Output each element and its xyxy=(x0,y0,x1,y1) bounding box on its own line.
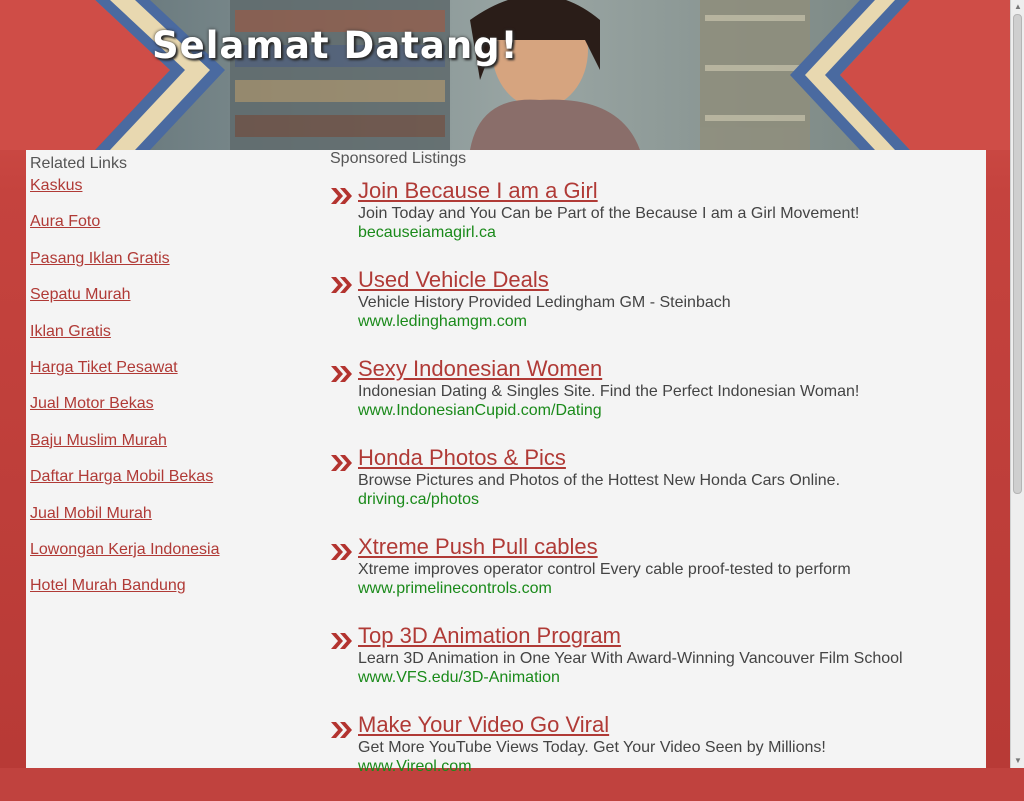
scroll-up-arrow-icon[interactable]: ▲ xyxy=(1013,2,1023,12)
listing-description: Xtreme improves operator control Every c… xyxy=(358,561,851,578)
list-item: Pasang Iklan Gratis xyxy=(30,249,310,285)
list-item: Lowongan Kerja Indonesia xyxy=(30,540,310,576)
related-link-hotel-murah-bandung[interactable]: Hotel Murah Bandung xyxy=(30,577,186,594)
related-link-pasang-iklan-gratis[interactable]: Pasang Iklan Gratis xyxy=(30,250,170,267)
content-panel: Related Links Kaskus Aura Foto Pasang Ik… xyxy=(26,150,986,775)
listing-description: Vehicle History Provided Ledingham GM - … xyxy=(358,294,731,311)
sponsored-listing: Sexy Indonesian Women Indonesian Dating … xyxy=(330,356,980,445)
header-artwork xyxy=(0,0,1010,150)
sponsored-listings-section: Sponsored Listings Join Because I am a G… xyxy=(330,150,980,801)
listing-title-link[interactable]: Join Because I am a Girl xyxy=(358,178,980,204)
list-item: Kaskus xyxy=(30,176,310,212)
listing-url-link[interactable]: www.VFS.edu/3D-Animation xyxy=(358,668,980,687)
vertical-scrollbar[interactable]: ▲ ▼ xyxy=(1010,0,1024,768)
related-link-sepatu-murah[interactable]: Sepatu Murah xyxy=(30,286,131,303)
list-item: Sepatu Murah xyxy=(30,285,310,321)
double-chevron-arrow-icon xyxy=(331,277,352,293)
listing-title-link[interactable]: Make Your Video Go Viral xyxy=(358,712,980,738)
listing-url-link[interactable]: www.primelinecontrols.com xyxy=(358,579,980,598)
double-chevron-arrow-icon xyxy=(331,188,352,204)
scrollbar-thumb[interactable] xyxy=(1013,14,1022,494)
listing-description: Join Today and You Can be Part of the Be… xyxy=(358,205,860,222)
list-item: Baju Muslim Murah xyxy=(30,431,310,467)
sponsored-listing: Honda Photos & Pics Browse Pictures and … xyxy=(330,445,980,534)
site-title: Selamat Datang! xyxy=(152,24,519,67)
related-link-jual-motor-bekas[interactable]: Jual Motor Bekas xyxy=(30,395,154,412)
sponsored-listing: Used Vehicle Deals Vehicle History Provi… xyxy=(330,267,980,356)
list-item: Daftar Harga Mobil Bekas xyxy=(30,467,310,503)
listing-description: Browse Pictures and Photos of the Hottes… xyxy=(358,472,841,489)
listing-title-link[interactable]: Sexy Indonesian Women xyxy=(358,356,980,382)
listing-description: Get More YouTube Views Today. Get Your V… xyxy=(358,739,826,756)
list-item: Hotel Murah Bandung xyxy=(30,576,310,612)
related-link-baju-muslim-murah[interactable]: Baju Muslim Murah xyxy=(30,432,167,449)
listing-title-link[interactable]: Honda Photos & Pics xyxy=(358,445,980,471)
listing-url-link[interactable]: driving.ca/photos xyxy=(358,490,980,509)
related-link-kaskus[interactable]: Kaskus xyxy=(30,177,82,194)
sponsored-listing: Xtreme Push Pull cables Xtreme improves … xyxy=(330,534,980,623)
double-chevron-arrow-icon xyxy=(331,366,352,382)
related-link-aura-foto[interactable]: Aura Foto xyxy=(30,213,100,230)
related-links-section: Related Links Kaskus Aura Foto Pasang Ik… xyxy=(30,155,310,613)
double-chevron-arrow-icon xyxy=(331,633,352,649)
listing-description: Learn 3D Animation in One Year With Awar… xyxy=(358,650,903,667)
listing-url-link[interactable]: www.ledinghamgm.com xyxy=(358,312,980,331)
related-link-jual-mobil-murah[interactable]: Jual Mobil Murah xyxy=(30,505,152,522)
listing-url-link[interactable]: www.IndonesianCupid.com/Dating xyxy=(358,401,980,420)
related-link-iklan-gratis[interactable]: Iklan Gratis xyxy=(30,323,111,340)
listing-title-link[interactable]: Xtreme Push Pull cables xyxy=(358,534,980,560)
double-chevron-arrow-icon xyxy=(331,544,352,560)
double-chevron-arrow-icon xyxy=(331,455,352,471)
related-links-title: Related Links xyxy=(30,155,127,172)
sponsored-listing: Join Because I am a Girl Join Today and … xyxy=(330,178,980,267)
header-banner: Selamat Datang! xyxy=(0,0,1010,150)
double-chevron-arrow-icon xyxy=(331,722,352,738)
sponsored-listing: Top 3D Animation Program Learn 3D Animat… xyxy=(330,623,980,712)
listing-url-link[interactable]: www.Vireol.com xyxy=(358,757,980,776)
related-link-daftar-harga-mobil-bekas[interactable]: Daftar Harga Mobil Bekas xyxy=(30,468,213,485)
listing-title-link[interactable]: Top 3D Animation Program xyxy=(358,623,980,649)
scroll-down-arrow-icon[interactable]: ▼ xyxy=(1013,756,1023,766)
list-item: Jual Mobil Murah xyxy=(30,504,310,540)
listing-description: Indonesian Dating & Singles Site. Find t… xyxy=(358,383,860,400)
list-item: Jual Motor Bekas xyxy=(30,394,310,430)
list-item: Iklan Gratis xyxy=(30,322,310,358)
list-item: Aura Foto xyxy=(30,212,310,248)
listing-title-link[interactable]: Used Vehicle Deals xyxy=(358,267,980,293)
list-item: Harga Tiket Pesawat xyxy=(30,358,310,394)
related-links-list: Kaskus Aura Foto Pasang Iklan Gratis Sep… xyxy=(30,176,310,613)
sponsored-listing: Make Your Video Go Viral Get More YouTub… xyxy=(330,712,980,801)
listing-url-link[interactable]: becauseiamagirl.ca xyxy=(358,223,980,242)
sponsored-listings-title: Sponsored Listings xyxy=(330,150,467,167)
related-link-harga-tiket-pesawat[interactable]: Harga Tiket Pesawat xyxy=(30,359,178,376)
related-link-lowongan-kerja-indonesia[interactable]: Lowongan Kerja Indonesia xyxy=(30,541,219,558)
